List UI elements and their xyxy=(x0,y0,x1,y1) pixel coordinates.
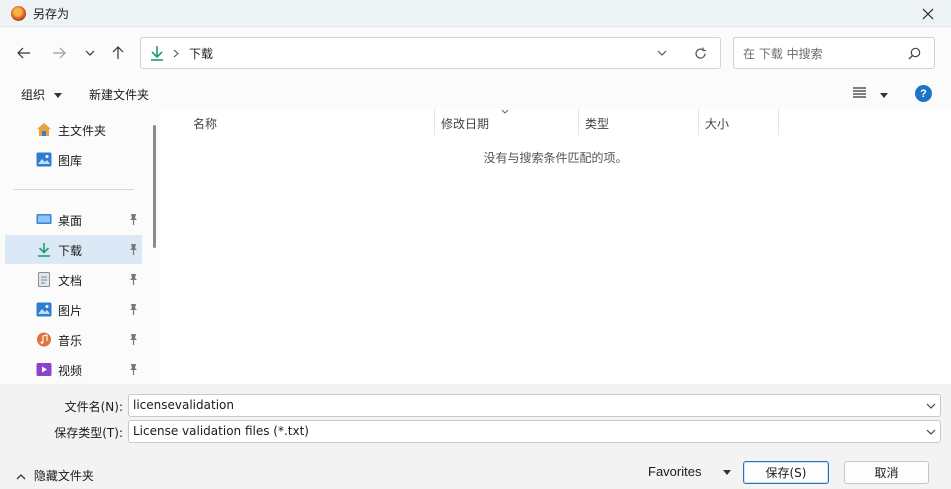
sidebar-item-gallery[interactable]: 图库 xyxy=(5,145,142,174)
pin-icon[interactable] xyxy=(128,303,139,316)
chevron-down-icon xyxy=(85,50,95,56)
organize-menu[interactable]: 组织 xyxy=(21,86,62,103)
sidebar-item-pictures[interactable]: 图片 xyxy=(5,295,142,324)
chevron-down-icon xyxy=(926,429,936,435)
pin-icon[interactable] xyxy=(128,243,139,256)
sidebar-item-videos[interactable]: 视频 xyxy=(5,355,142,384)
column-header-type[interactable]: 类型 xyxy=(579,109,698,135)
filetype-select[interactable]: License validation files (*.txt) xyxy=(128,420,941,443)
file-list: 名称 修改日期 类型 大小 没有与搜索条件匹配的项。 xyxy=(160,109,951,384)
caret-down-icon xyxy=(879,93,888,98)
forward-button[interactable] xyxy=(48,42,70,64)
list-view-icon xyxy=(853,87,866,98)
arrow-up-icon xyxy=(112,46,124,59)
column-divider[interactable] xyxy=(778,109,779,135)
filetype-value: License validation files (*.txt) xyxy=(133,424,309,438)
close-icon xyxy=(922,8,934,19)
document-icon xyxy=(38,272,50,287)
arrow-left-icon xyxy=(17,47,30,59)
view-options-button[interactable] xyxy=(853,87,888,101)
sidebar-item-documents[interactable]: 文档 xyxy=(5,265,142,294)
gallery-icon xyxy=(36,152,52,167)
filename-field[interactable]: licensevalidation xyxy=(128,394,941,417)
command-bar: 组织 新建文件夹 ? xyxy=(0,79,951,109)
sidebar-scrollbar[interactable] xyxy=(150,109,160,384)
breadcrumb-current[interactable]: 下载 xyxy=(189,45,213,62)
hide-folders-toggle[interactable]: 隐藏文件夹 xyxy=(16,467,94,484)
breadcrumb-separator-icon xyxy=(173,49,179,58)
search-icon[interactable] xyxy=(908,47,921,60)
pictures-icon xyxy=(36,302,52,317)
music-icon xyxy=(37,332,51,347)
video-icon xyxy=(36,363,52,376)
refresh-icon[interactable] xyxy=(694,47,707,60)
filename-label: 文件名(N): xyxy=(64,400,123,414)
empty-message: 没有与搜索条件匹配的项。 xyxy=(483,151,628,165)
hide-folders-label: 隐藏文件夹 xyxy=(33,469,94,483)
column-header-size[interactable]: 大小 xyxy=(699,109,778,135)
cancel-button[interactable]: 取消 xyxy=(844,461,929,484)
organize-label: 组织 xyxy=(21,88,46,102)
chevron-up-icon xyxy=(16,474,26,480)
navigation-pane: 主文件夹 图库 桌面 下载 文档 图片 音乐 视频 xyxy=(0,109,150,384)
up-button[interactable] xyxy=(107,42,129,64)
pin-icon[interactable] xyxy=(128,333,139,346)
favorites-label: Favorites xyxy=(648,464,702,479)
close-button[interactable] xyxy=(905,0,951,27)
pin-icon[interactable] xyxy=(128,213,139,226)
recent-locations-button[interactable] xyxy=(79,42,101,64)
sidebar-item-music[interactable]: 音乐 xyxy=(5,325,142,354)
scrollbar-thumb[interactable] xyxy=(153,125,156,248)
column-header-name[interactable]: 名称 xyxy=(160,109,434,135)
address-bar[interactable]: 下载 xyxy=(140,37,721,69)
column-header-date[interactable]: 修改日期 xyxy=(435,109,578,135)
window-title: 另存为 xyxy=(33,7,70,21)
title-bar: 另存为 xyxy=(0,0,951,27)
save-form: 文件名(N): licensevalidation 保存类型(T): Licen… xyxy=(0,384,951,489)
download-icon xyxy=(151,46,163,61)
app-icon xyxy=(11,6,26,21)
save-button[interactable]: 保存(S) xyxy=(743,461,829,484)
help-icon[interactable]: ? xyxy=(915,85,932,102)
caret-down-icon xyxy=(723,470,732,475)
pin-icon[interactable] xyxy=(128,273,139,286)
sidebar-item-home[interactable]: 主文件夹 xyxy=(5,115,142,144)
sort-indicator-icon xyxy=(501,109,509,114)
search-placeholder: 在 下载 中搜索 xyxy=(743,47,823,61)
chevron-down-icon[interactable] xyxy=(926,401,936,411)
home-icon xyxy=(37,123,51,136)
filename-value: licensevalidation xyxy=(133,398,234,412)
navigation-bar: 下载 在 下载 中搜索 xyxy=(0,27,951,79)
pin-icon[interactable] xyxy=(128,363,139,376)
address-dropdown-icon[interactable] xyxy=(657,50,667,57)
favorites-dropdown[interactable]: Favorites xyxy=(648,464,732,479)
desktop-icon xyxy=(36,214,52,224)
sidebar-item-desktop[interactable]: 桌面 xyxy=(5,205,142,234)
back-button[interactable] xyxy=(13,42,35,64)
search-box[interactable]: 在 下载 中搜索 xyxy=(733,37,935,69)
caret-down-icon xyxy=(53,93,62,98)
filetype-label: 保存类型(T): xyxy=(54,426,123,440)
new-folder-button[interactable]: 新建文件夹 xyxy=(89,86,149,103)
arrow-right-icon xyxy=(53,47,66,59)
sidebar-item-downloads[interactable]: 下载 xyxy=(5,235,142,264)
sidebar-divider xyxy=(13,189,134,190)
download-icon xyxy=(38,243,50,257)
